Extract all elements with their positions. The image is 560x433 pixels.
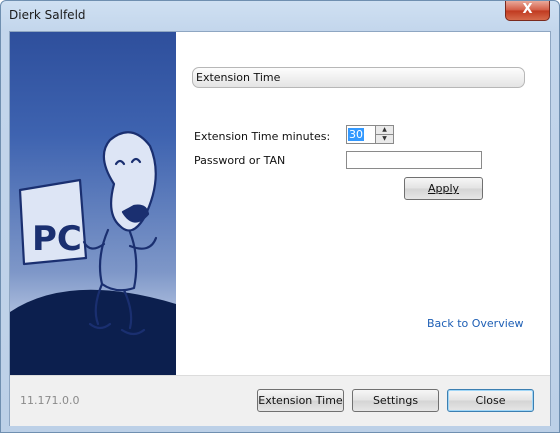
extension-minutes-field[interactable]: 30 [346, 125, 376, 144]
back-to-overview-link[interactable]: Back to Overview [427, 317, 524, 330]
section-header: Extension Time [192, 67, 525, 88]
close-icon: X [522, 2, 533, 17]
sidebar-illustration-panel: PC [10, 32, 176, 375]
dialog-client-area: PC Extension Time Extension Time minutes… [9, 31, 551, 426]
extension-minutes-label: Extension Time minutes: [194, 130, 331, 143]
minutes-spinner[interactable]: ▲ ▼ [375, 125, 394, 144]
title-bar[interactable]: Dierk Salfeld X [1, 1, 559, 30]
window-close-button[interactable]: X [505, 1, 550, 21]
close-button[interactable]: Close [447, 389, 534, 412]
pc-logo-text: PC [32, 219, 82, 259]
spin-down-icon[interactable]: ▼ [376, 135, 393, 143]
main-panel: Extension Time Extension Time minutes: 3… [176, 32, 550, 375]
app-window: Dierk Salfeld X PC Extension Time Extens… [0, 0, 560, 433]
extension-time-button[interactable]: Extension Time [257, 389, 344, 412]
hill-shape [10, 289, 176, 375]
version-label: 11.171.0.0 [20, 394, 80, 407]
password-label: Password or TAN [194, 154, 286, 167]
spin-up-icon[interactable]: ▲ [376, 126, 393, 135]
password-input[interactable] [346, 151, 482, 169]
extension-minutes-value: 30 [348, 128, 364, 141]
settings-button[interactable]: Settings [352, 389, 439, 412]
footer-bar: 11.171.0.0 Extension Time Settings Close [10, 375, 550, 426]
pc-mascot-illustration: PC [10, 131, 176, 375]
window-title: Dierk Salfeld [9, 8, 86, 22]
apply-button[interactable]: Apply [404, 177, 483, 200]
